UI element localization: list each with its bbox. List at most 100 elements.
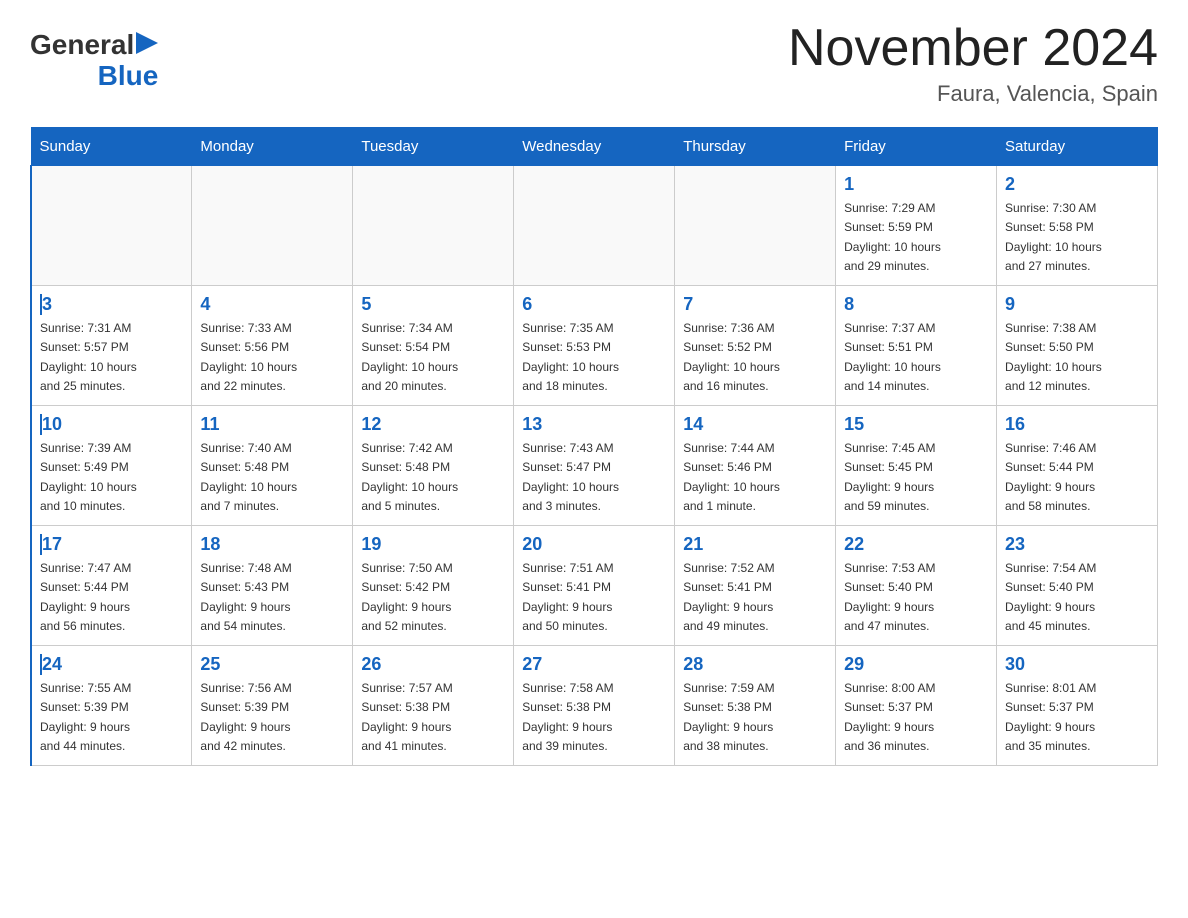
calendar-cell: 23 Sunrise: 7:54 AM Sunset: 5:40 PM Dayli…: [997, 526, 1158, 646]
calendar-cell: 17 Sunrise: 7:47 AM Sunset: 5:44 PM Dayli…: [31, 526, 192, 646]
page-header: General Blue November 2024 Faura, Valenc…: [30, 20, 1158, 107]
calendar-week-row: 3Sunrise: 7:31 AM Sunset: 5:57 PM Daylig…: [31, 286, 1158, 406]
calendar-cell: 21 Sunrise: 7:52 AM Sunset: 5:41 PM Dayli…: [675, 526, 836, 646]
day-info: Sunrise: 7:40 AM Sunset: 5:48 PM Dayligh…: [200, 439, 344, 516]
calendar-cell: 12Sunrise: 7:42 AM Sunset: 5:48 PM Dayli…: [353, 406, 514, 526]
calendar-table: SundayMondayTuesdayWednesdayThursdayFrid…: [30, 127, 1158, 766]
day-info: Sunrise: 7:34 AM Sunset: 5:54 PM Dayligh…: [361, 319, 505, 396]
calendar-cell: 16 Sunrise: 7:46 AM Sunset: 5:44 PM Dayli…: [997, 406, 1158, 526]
title-section: November 2024 Faura, Valencia, Spain: [788, 20, 1158, 107]
weekday-header-saturday: Saturday: [997, 128, 1158, 166]
calendar-cell: 19 Sunrise: 7:50 AM Sunset: 5:42 PM Dayli…: [353, 526, 514, 646]
day-number: 24: [40, 654, 183, 675]
calendar-header: SundayMondayTuesdayWednesdayThursdayFrid…: [31, 128, 1158, 166]
day-info: Sunrise: 7:38 AM Sunset: 5:50 PM Dayligh…: [1005, 319, 1149, 396]
day-number: 5: [361, 294, 505, 315]
day-number: 16: [1005, 414, 1149, 435]
calendar-cell: 14Sunrise: 7:44 AM Sunset: 5:46 PM Dayli…: [675, 406, 836, 526]
weekday-header-row: SundayMondayTuesdayWednesdayThursdayFrid…: [31, 128, 1158, 166]
calendar-cell: 7 Sunrise: 7:36 AM Sunset: 5:52 PM Daylig…: [675, 286, 836, 406]
calendar-cell: 2 Sunrise: 7:30 AM Sunset: 5:58 PM Daylig…: [997, 166, 1158, 286]
day-number: 6: [522, 294, 666, 315]
logo-blue-text: Blue: [98, 61, 159, 92]
calendar-cell: [675, 166, 836, 286]
day-number: 18: [200, 534, 344, 555]
day-number: 17: [40, 534, 183, 555]
day-info: Sunrise: 7:45 AM Sunset: 5:45 PM Dayligh…: [844, 439, 988, 516]
logo: General Blue: [30, 30, 158, 92]
day-number: 27: [522, 654, 666, 675]
calendar-cell: [353, 166, 514, 286]
calendar-cell: 26 Sunrise: 7:57 AM Sunset: 5:38 PM Dayli…: [353, 646, 514, 766]
calendar-cell: 27 Sunrise: 7:58 AM Sunset: 5:38 PM Dayli…: [514, 646, 675, 766]
day-info: Sunrise: 7:52 AM Sunset: 5:41 PM Dayligh…: [683, 559, 827, 636]
day-number: 22: [844, 534, 988, 555]
day-info: Sunrise: 7:37 AM Sunset: 5:51 PM Dayligh…: [844, 319, 988, 396]
calendar-week-row: 24 Sunrise: 7:55 AM Sunset: 5:39 PM Dayli…: [31, 646, 1158, 766]
weekday-header-friday: Friday: [836, 128, 997, 166]
day-number: 29: [844, 654, 988, 675]
calendar-cell: 6 Sunrise: 7:35 AM Sunset: 5:53 PM Daylig…: [514, 286, 675, 406]
calendar-cell: 30Sunrise: 8:01 AM Sunset: 5:37 PM Dayli…: [997, 646, 1158, 766]
day-info: Sunrise: 7:51 AM Sunset: 5:41 PM Dayligh…: [522, 559, 666, 636]
day-info: Sunrise: 7:44 AM Sunset: 5:46 PM Dayligh…: [683, 439, 827, 516]
day-info: Sunrise: 7:47 AM Sunset: 5:44 PM Dayligh…: [40, 559, 183, 636]
calendar-cell: 29 Sunrise: 8:00 AM Sunset: 5:37 PM Dayli…: [836, 646, 997, 766]
logo-general-text: General: [30, 30, 134, 61]
day-info: Sunrise: 7:35 AM Sunset: 5:53 PM Dayligh…: [522, 319, 666, 396]
day-info: Sunrise: 7:36 AM Sunset: 5:52 PM Dayligh…: [683, 319, 827, 396]
calendar-week-row: 17 Sunrise: 7:47 AM Sunset: 5:44 PM Dayli…: [31, 526, 1158, 646]
day-info: Sunrise: 8:00 AM Sunset: 5:37 PM Dayligh…: [844, 679, 988, 756]
day-info: Sunrise: 8:01 AM Sunset: 5:37 PM Dayligh…: [1005, 679, 1149, 756]
day-number: 28: [683, 654, 827, 675]
logo-triangle-icon: [136, 32, 158, 54]
calendar-cell: 24 Sunrise: 7:55 AM Sunset: 5:39 PM Dayli…: [31, 646, 192, 766]
weekday-header-tuesday: Tuesday: [353, 128, 514, 166]
calendar-cell: 11 Sunrise: 7:40 AM Sunset: 5:48 PM Dayli…: [192, 406, 353, 526]
day-number: 21: [683, 534, 827, 555]
calendar-week-row: 1 Sunrise: 7:29 AM Sunset: 5:59 PM Daylig…: [31, 166, 1158, 286]
day-number: 13: [522, 414, 666, 435]
day-info: Sunrise: 7:33 AM Sunset: 5:56 PM Dayligh…: [200, 319, 344, 396]
calendar-subtitle: Faura, Valencia, Spain: [788, 81, 1158, 107]
day-info: Sunrise: 7:29 AM Sunset: 5:59 PM Dayligh…: [844, 199, 988, 276]
day-number: 9: [1005, 294, 1149, 315]
calendar-cell: [514, 166, 675, 286]
day-info: Sunrise: 7:48 AM Sunset: 5:43 PM Dayligh…: [200, 559, 344, 636]
day-number: 23: [1005, 534, 1149, 555]
day-info: Sunrise: 7:50 AM Sunset: 5:42 PM Dayligh…: [361, 559, 505, 636]
day-info: Sunrise: 7:55 AM Sunset: 5:39 PM Dayligh…: [40, 679, 183, 756]
weekday-header-thursday: Thursday: [675, 128, 836, 166]
weekday-header-sunday: Sunday: [31, 128, 192, 166]
calendar-cell: 1 Sunrise: 7:29 AM Sunset: 5:59 PM Daylig…: [836, 166, 997, 286]
day-info: Sunrise: 7:30 AM Sunset: 5:58 PM Dayligh…: [1005, 199, 1149, 276]
day-info: Sunrise: 7:58 AM Sunset: 5:38 PM Dayligh…: [522, 679, 666, 756]
calendar-cell: [31, 166, 192, 286]
calendar-cell: 22 Sunrise: 7:53 AM Sunset: 5:40 PM Dayli…: [836, 526, 997, 646]
day-number: 26: [361, 654, 505, 675]
calendar-cell: 3Sunrise: 7:31 AM Sunset: 5:57 PM Daylig…: [31, 286, 192, 406]
day-number: 1: [844, 174, 988, 195]
day-info: Sunrise: 7:53 AM Sunset: 5:40 PM Dayligh…: [844, 559, 988, 636]
day-info: Sunrise: 7:31 AM Sunset: 5:57 PM Dayligh…: [40, 319, 183, 396]
day-number: 15: [844, 414, 988, 435]
calendar-cell: [192, 166, 353, 286]
day-info: Sunrise: 7:43 AM Sunset: 5:47 PM Dayligh…: [522, 439, 666, 516]
calendar-body: 1 Sunrise: 7:29 AM Sunset: 5:59 PM Daylig…: [31, 166, 1158, 766]
calendar-cell: 10Sunrise: 7:39 AM Sunset: 5:49 PM Dayli…: [31, 406, 192, 526]
calendar-title: November 2024: [788, 20, 1158, 77]
day-number: 8: [844, 294, 988, 315]
calendar-week-row: 10Sunrise: 7:39 AM Sunset: 5:49 PM Dayli…: [31, 406, 1158, 526]
day-number: 2: [1005, 174, 1149, 195]
day-info: Sunrise: 7:42 AM Sunset: 5:48 PM Dayligh…: [361, 439, 505, 516]
day-number: 11: [200, 414, 344, 435]
day-number: 7: [683, 294, 827, 315]
day-info: Sunrise: 7:46 AM Sunset: 5:44 PM Dayligh…: [1005, 439, 1149, 516]
weekday-header-monday: Monday: [192, 128, 353, 166]
day-info: Sunrise: 7:57 AM Sunset: 5:38 PM Dayligh…: [361, 679, 505, 756]
day-info: Sunrise: 7:39 AM Sunset: 5:49 PM Dayligh…: [40, 439, 183, 516]
day-number: 19: [361, 534, 505, 555]
day-info: Sunrise: 7:54 AM Sunset: 5:40 PM Dayligh…: [1005, 559, 1149, 636]
calendar-cell: 13 Sunrise: 7:43 AM Sunset: 5:47 PM Dayli…: [514, 406, 675, 526]
day-number: 25: [200, 654, 344, 675]
